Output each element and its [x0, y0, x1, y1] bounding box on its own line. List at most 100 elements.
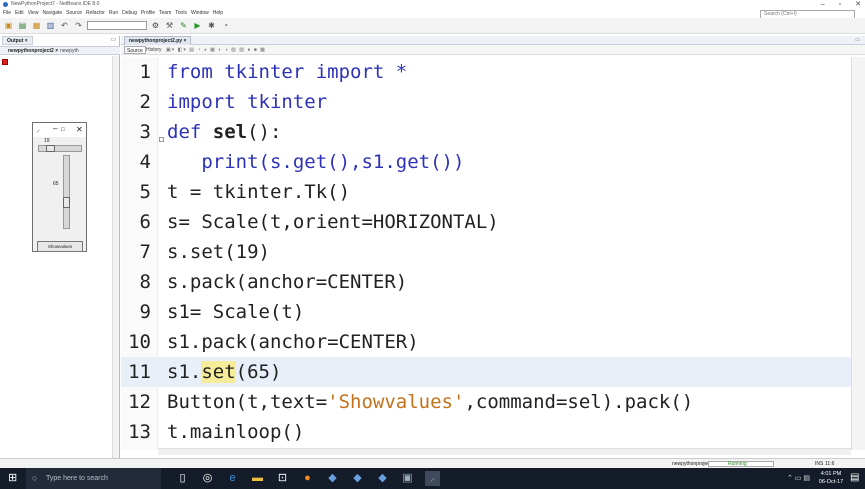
- minimize-panel-icon[interactable]: ▭: [110, 36, 116, 45]
- code-token: s.set(19): [167, 241, 270, 263]
- code-line[interactable]: 12 Button(t,text='Showvalues',command=sel…: [121, 387, 851, 417]
- maximize-button[interactable]: ▫: [839, 0, 841, 9]
- menu-refactor[interactable]: Refactor: [86, 9, 105, 18]
- system-tray-icons[interactable]: ⌃ ▭ ▤: [787, 468, 810, 489]
- code-line[interactable]: 2 import tkinter: [121, 87, 851, 117]
- code-text[interactable]: s.set(19): [167, 237, 270, 267]
- output-tab[interactable]: Output ×: [2, 36, 33, 45]
- code-text[interactable]: def sel():: [167, 117, 281, 147]
- code-token: s1= Scale(t): [167, 301, 305, 323]
- tk-close-button[interactable]: ✕: [76, 123, 83, 137]
- source-tab[interactable]: Source: [124, 46, 146, 54]
- code-text[interactable]: Button(t,text='Showvalues',command=sel).…: [167, 387, 693, 417]
- redo-icon[interactable]: ↷: [73, 20, 84, 31]
- showvalues-button[interactable]: Showvalues: [37, 241, 83, 252]
- code-text[interactable]: s1.pack(anchor=CENTER): [167, 327, 419, 357]
- code-token: def: [167, 121, 213, 143]
- clock[interactable]: 4:01 PM 06-Oct-17: [815, 470, 847, 486]
- horizontal-scale[interactable]: [38, 145, 82, 152]
- settings-icon[interactable]: ⚙: [150, 20, 161, 31]
- output-subtab-2[interactable]: newpyth: [60, 47, 79, 55]
- python-tk-app-icon[interactable]: ⸝: [425, 471, 440, 486]
- history-tab[interactable]: History: [146, 46, 162, 54]
- line-number: 1: [139, 61, 151, 83]
- code-text[interactable]: s.pack(anchor=CENTER): [167, 267, 407, 297]
- code-text[interactable]: t.mainloop(): [167, 417, 304, 447]
- edge-icon[interactable]: e: [225, 471, 240, 486]
- code-line[interactable]: 5 t = tkinter.Tk(): [121, 177, 851, 207]
- firefox-icon[interactable]: ●: [300, 471, 315, 486]
- open-project-icon[interactable]: ▦: [31, 20, 42, 31]
- app-icon-8[interactable]: ◆: [350, 471, 365, 486]
- run-icon[interactable]: ▶: [192, 20, 203, 31]
- debug-icon[interactable]: ✱: [206, 20, 217, 31]
- code-line[interactable]: 11 s1.set(65): [121, 357, 851, 387]
- notifications-icon[interactable]: ▤: [850, 472, 859, 483]
- menu-source[interactable]: Source: [66, 9, 82, 18]
- code-text[interactable]: s= Scale(t,orient=HORIZONTAL): [167, 207, 499, 237]
- app-icon-10[interactable]: ▣: [400, 471, 415, 486]
- configuration-select[interactable]: [87, 21, 147, 30]
- output-scrollbar[interactable]: [112, 56, 119, 458]
- editor-vertical-scrollbar[interactable]: [851, 57, 865, 450]
- code-line[interactable]: 10 s1.pack(anchor=CENTER): [121, 327, 851, 357]
- tk-minimize-button[interactable]: –: [53, 122, 57, 136]
- editor-toolbar: Source History ▣▾ ◧▾ ▤ ◔ ◕ ▦ ◐ ◑ ▧ ▨ ● ■…: [121, 45, 865, 55]
- menu-edit[interactable]: Edit: [15, 9, 24, 18]
- vertical-scale[interactable]: [63, 155, 70, 229]
- app-icon-9[interactable]: ◆: [375, 471, 390, 486]
- code-text[interactable]: t = tkinter.Tk(): [167, 177, 350, 207]
- app-icon-7[interactable]: ◆: [325, 471, 340, 486]
- menu-team[interactable]: Team: [159, 9, 171, 18]
- code-line[interactable]: 7 s.set(19): [121, 237, 851, 267]
- vertical-scale-slider[interactable]: [63, 196, 70, 208]
- code-line[interactable]: 6 s= Scale(t,orient=HORIZONTAL): [121, 207, 851, 237]
- task-view-icon[interactable]: ▯: [175, 471, 190, 486]
- new-project-icon[interactable]: ▣: [3, 20, 14, 31]
- build-icon[interactable]: ⚒: [164, 20, 175, 31]
- code-line[interactable]: 8 s.pack(anchor=CENTER): [121, 267, 851, 297]
- line-number: 8: [139, 271, 151, 293]
- code-text[interactable]: s1.set(65): [167, 357, 281, 387]
- code-line[interactable]: 9 s1= Scale(t): [121, 297, 851, 327]
- code-text[interactable]: import tkinter: [167, 87, 327, 117]
- taskbar-search[interactable]: ○ Type here to search: [26, 468, 161, 489]
- save-all-icon[interactable]: ▥: [45, 20, 56, 31]
- code-text[interactable]: from tkinter import *: [167, 57, 407, 87]
- undo-icon[interactable]: ↶: [59, 20, 70, 31]
- menu-view[interactable]: View: [28, 9, 39, 18]
- menu-navigate[interactable]: Navigate: [42, 9, 62, 18]
- tk-maximize-button[interactable]: □: [61, 123, 65, 137]
- profile-icon[interactable]: ◔: [220, 20, 231, 31]
- editor-tool-icons[interactable]: ▣▾ ◧▾ ▤ ◔ ◕ ▦ ◐ ◑ ▧ ▨ ● ■ ▩: [166, 45, 266, 55]
- stop-icon[interactable]: [2, 59, 8, 65]
- menu-file[interactable]: File: [3, 9, 11, 18]
- new-file-icon[interactable]: ▤: [17, 20, 28, 31]
- code-editor[interactable]: 1 from tkinter import * 2 import tkinter 3 de…: [121, 57, 851, 450]
- output-subtab-active[interactable]: newpythonproject2 ×: [8, 47, 58, 55]
- code-line[interactable]: 4 print(s.get(),s1.get()): [121, 147, 851, 177]
- windows-start-icon[interactable]: ⊞: [8, 472, 17, 485]
- store-icon[interactable]: ⊡: [275, 471, 290, 486]
- menu-help[interactable]: Help: [213, 9, 223, 18]
- close-button[interactable]: ✕: [855, 0, 861, 9]
- menu-debug[interactable]: Debug: [122, 9, 137, 18]
- netbeans-icon: [3, 2, 8, 7]
- menu-profile[interactable]: Profile: [141, 9, 155, 18]
- code-text[interactable]: print(s.get(),s1.get()): [167, 147, 464, 177]
- clean-build-icon[interactable]: ✎: [178, 20, 189, 31]
- file-explorer-icon[interactable]: ▬: [250, 471, 265, 486]
- menu-window[interactable]: Window: [191, 9, 209, 18]
- horizontal-scale-slider[interactable]: [45, 145, 55, 152]
- minimize-button[interactable]: –: [821, 0, 825, 9]
- code-token: s1.: [167, 361, 202, 383]
- tab-list-icon[interactable]: ▭: [855, 36, 860, 45]
- code-text[interactable]: s1= Scale(t): [167, 297, 304, 327]
- editor-horizontal-scrollbar[interactable]: [158, 448, 851, 455]
- code-line[interactable]: 3 def sel():: [121, 117, 851, 147]
- code-line[interactable]: 13 t.mainloop(): [121, 417, 851, 447]
- menu-run[interactable]: Run: [109, 9, 118, 18]
- menu-tools[interactable]: Tools: [175, 9, 187, 18]
- code-line[interactable]: 1 from tkinter import *: [121, 57, 851, 87]
- media-icon[interactable]: ◎: [200, 471, 215, 486]
